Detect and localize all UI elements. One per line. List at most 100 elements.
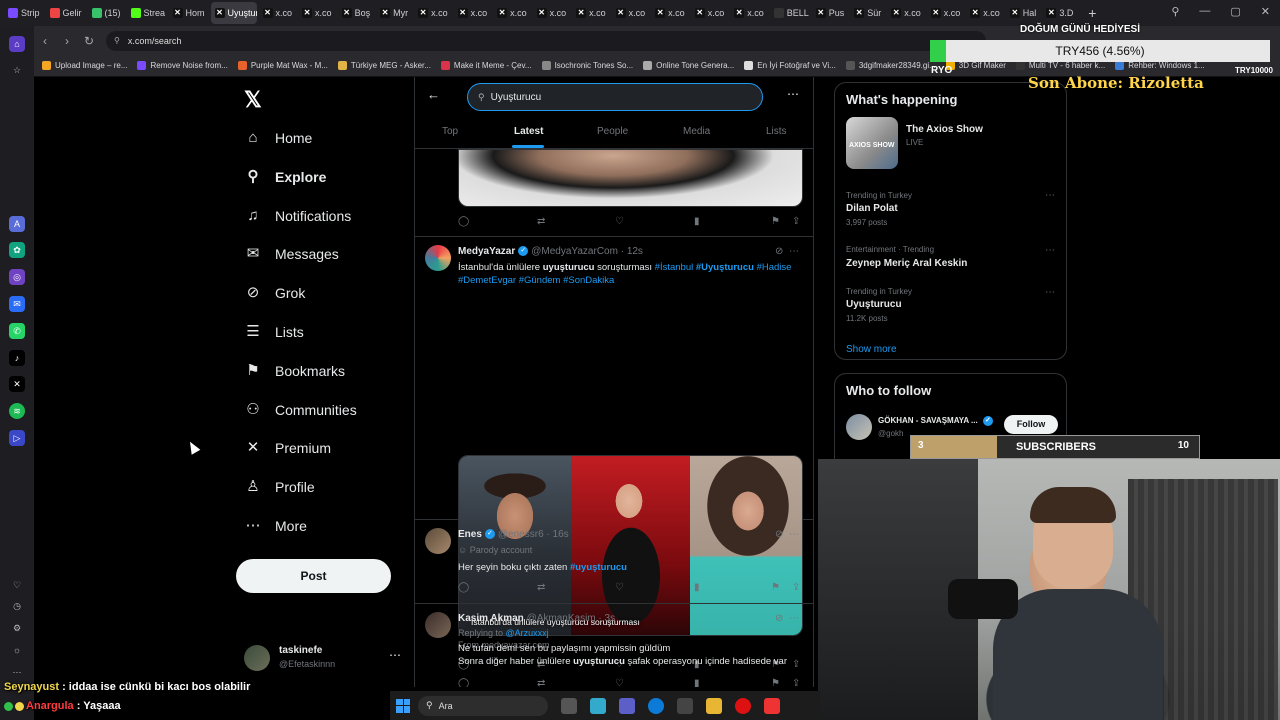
more-icon[interactable]: ⋯: [789, 246, 799, 257]
tweet-author-name[interactable]: Kasim Akman: [458, 613, 524, 624]
live-event-title[interactable]: The Axios Show: [906, 124, 983, 135]
taskbar-search[interactable]: ⚲ Ara: [418, 695, 548, 716]
star-icon[interactable]: ☆: [9, 62, 25, 78]
tips-icon[interactable]: ☼: [9, 642, 25, 658]
player-icon[interactable]: ▷: [9, 430, 25, 446]
tab-lists[interactable]: Lists: [766, 126, 787, 137]
views-icon[interactable]: ▮: [694, 582, 700, 593]
edge-icon[interactable]: [648, 697, 664, 714]
browser-tab[interactable]: ✕ x.co: [730, 2, 768, 24]
share-icon[interactable]: ⇪: [792, 582, 800, 593]
browser-tab[interactable]: ✕ Uyuştur: [210, 2, 257, 24]
more-icon[interactable]: ⋯: [789, 613, 799, 624]
back-arrow-icon[interactable]: ←: [427, 87, 440, 102]
maximize-icon[interactable]: ▢: [1230, 5, 1240, 18]
forward-icon[interactable]: ›: [56, 34, 78, 48]
nav-item-premium[interactable]: ✕ Premium: [244, 433, 331, 463]
browser-tab[interactable]: ✕ x.co: [493, 2, 531, 24]
bookmark-item[interactable]: En İyi Fotoğraf ve Vi...: [744, 61, 836, 70]
bookmark-item[interactable]: Online Tone Genera...: [643, 61, 734, 70]
whatsapp-icon[interactable]: ✆: [9, 323, 25, 339]
site-info-icon[interactable]: ⚲: [114, 36, 120, 45]
tweet-author-handle[interactable]: @AkmanKasim · 3s: [527, 613, 616, 624]
explorer-icon[interactable]: [706, 697, 722, 714]
nav-item-more[interactable]: ⋯ More: [244, 511, 307, 541]
browser-tab[interactable]: ✕ Boş: [338, 2, 375, 24]
spotify-icon[interactable]: ≋: [9, 403, 25, 419]
browser-tab[interactable]: ✕ Hom: [169, 2, 209, 24]
bookmark-item[interactable]: Rehber: Windows 1...: [1115, 61, 1205, 70]
browser-tab[interactable]: ✕ x.co: [414, 2, 452, 24]
opera-icon[interactable]: [735, 697, 751, 714]
browser-tab[interactable]: ✕ Hal: [1006, 2, 1041, 24]
post-button[interactable]: Post: [236, 559, 391, 593]
avatar[interactable]: [425, 528, 451, 554]
bookmark-item[interactable]: Make it Meme - Çev...: [440, 61, 532, 70]
settings-icon[interactable]: ⚙: [9, 620, 25, 636]
tweet-author-name[interactable]: MedyaYazar: [458, 246, 515, 257]
like-icon[interactable]: ♡: [615, 582, 624, 593]
share-icon[interactable]: ⇪: [792, 678, 800, 687]
x-logo-icon[interactable]: 𝕏: [244, 87, 262, 113]
bookmark-item[interactable]: 3dgifmaker28349.gi...: [845, 61, 936, 70]
browser-tab[interactable]: ✕ x.co: [259, 2, 297, 24]
bookmark-item[interactable]: 3D Gif Maker: [945, 61, 1006, 70]
hashtag-link[interactable]: #İstanbul: [655, 262, 694, 273]
grok-icon[interactable]: ⊘: [775, 529, 783, 540]
trend-name[interactable]: Uyuşturucu: [846, 299, 902, 310]
tweet-card[interactable]: MedyaYazar ✓ @MedyaYazarCom · 12s ⊘ ⋯ İsta…: [415, 237, 813, 670]
trend-name[interactable]: Zeynep Meriç Aral Keskin: [846, 258, 967, 269]
browser-tab[interactable]: ✕ x.co: [887, 2, 925, 24]
bookmark-item[interactable]: Remove Noise from...: [137, 61, 228, 70]
store-icon[interactable]: [677, 697, 693, 714]
more-icon[interactable]: ⋯: [1045, 245, 1055, 256]
bookmark-item[interactable]: Isochronic Tones So...: [541, 61, 633, 70]
bookmark-item[interactable]: Purple Mat Wax - M...: [237, 61, 328, 70]
bookmark-icon[interactable]: ⚑: [771, 216, 780, 227]
app-icon[interactable]: ◎: [9, 269, 25, 285]
browser-tab[interactable]: ✕ x.co: [966, 2, 1004, 24]
tweet-image[interactable]: [458, 149, 803, 207]
tab-people[interactable]: People: [597, 126, 628, 137]
bookmark-icon[interactable]: ⚑: [771, 582, 780, 593]
grok-icon[interactable]: ⊘: [775, 613, 783, 624]
new-tab-button[interactable]: +: [1083, 4, 1101, 22]
close-icon[interactable]: ✕: [1261, 5, 1270, 18]
bookmark-item[interactable]: Upload Image – re...: [42, 61, 127, 70]
browser-tab[interactable]: (15): [88, 2, 125, 24]
more-icon[interactable]: ⋯: [787, 87, 799, 101]
account-switcher[interactable]: taskinefe @Efetaskinnn ⋯: [244, 642, 404, 676]
nav-item-profile[interactable]: ♙ Profile: [244, 472, 314, 502]
trend-name[interactable]: Dilan Polat: [846, 203, 898, 214]
browser-tab[interactable]: ✕ Myr: [376, 2, 412, 24]
back-icon[interactable]: ‹: [34, 34, 56, 48]
history-icon[interactable]: ◷: [9, 598, 25, 614]
url-field[interactable]: ⚲ x.com/search: [106, 30, 986, 51]
home-icon[interactable]: ⌂: [9, 36, 25, 52]
browser-tab[interactable]: ✕ x.co: [612, 2, 650, 24]
like-icon[interactable]: ♡: [615, 678, 624, 687]
nav-item-communities[interactable]: ⚇ Communities: [244, 395, 356, 425]
tweet-author-handle[interactable]: @MedyaYazarCom · 12s: [531, 246, 643, 257]
nav-item-notifications[interactable]: ♫ Notifications: [244, 201, 351, 231]
browser-tab[interactable]: ✕ x.co: [927, 2, 965, 24]
bookmark-item[interactable]: Multi TV - 6 haber k...: [1015, 61, 1105, 70]
browser-tab[interactable]: ✕ x.co: [454, 2, 492, 24]
browser-tab[interactable]: ✕ x.co: [651, 2, 689, 24]
browser-tab[interactable]: ✕ Pus: [812, 2, 849, 24]
tweet-author-handle[interactable]: @enessr6 · 16s: [498, 529, 569, 540]
teams-icon[interactable]: [619, 697, 635, 714]
browser-tab[interactable]: Strip: [4, 2, 44, 24]
task-view-icon[interactable]: [561, 697, 577, 714]
tweet-card[interactable]: Enes ✓ @enessr6 · 16s ⊘ ⋯ ☺ Parody account…: [415, 520, 813, 604]
like-icon[interactable]: ♡: [615, 216, 624, 227]
more-icon[interactable]: ⋯: [1045, 190, 1055, 201]
windows-start-icon[interactable]: [396, 698, 410, 713]
tiktok-icon[interactable]: ♪: [9, 350, 25, 366]
browser-tab[interactable]: Gelir: [46, 2, 86, 24]
reply-icon[interactable]: ◯: [458, 216, 469, 227]
views-icon[interactable]: ▮: [694, 216, 700, 227]
browser-tab[interactable]: ✕ 3.D: [1042, 2, 1077, 24]
nav-item-bookmarks[interactable]: ⚑ Bookmarks: [244, 356, 345, 386]
bookmark-item[interactable]: Türkiye MEG - Asker...: [337, 61, 431, 70]
